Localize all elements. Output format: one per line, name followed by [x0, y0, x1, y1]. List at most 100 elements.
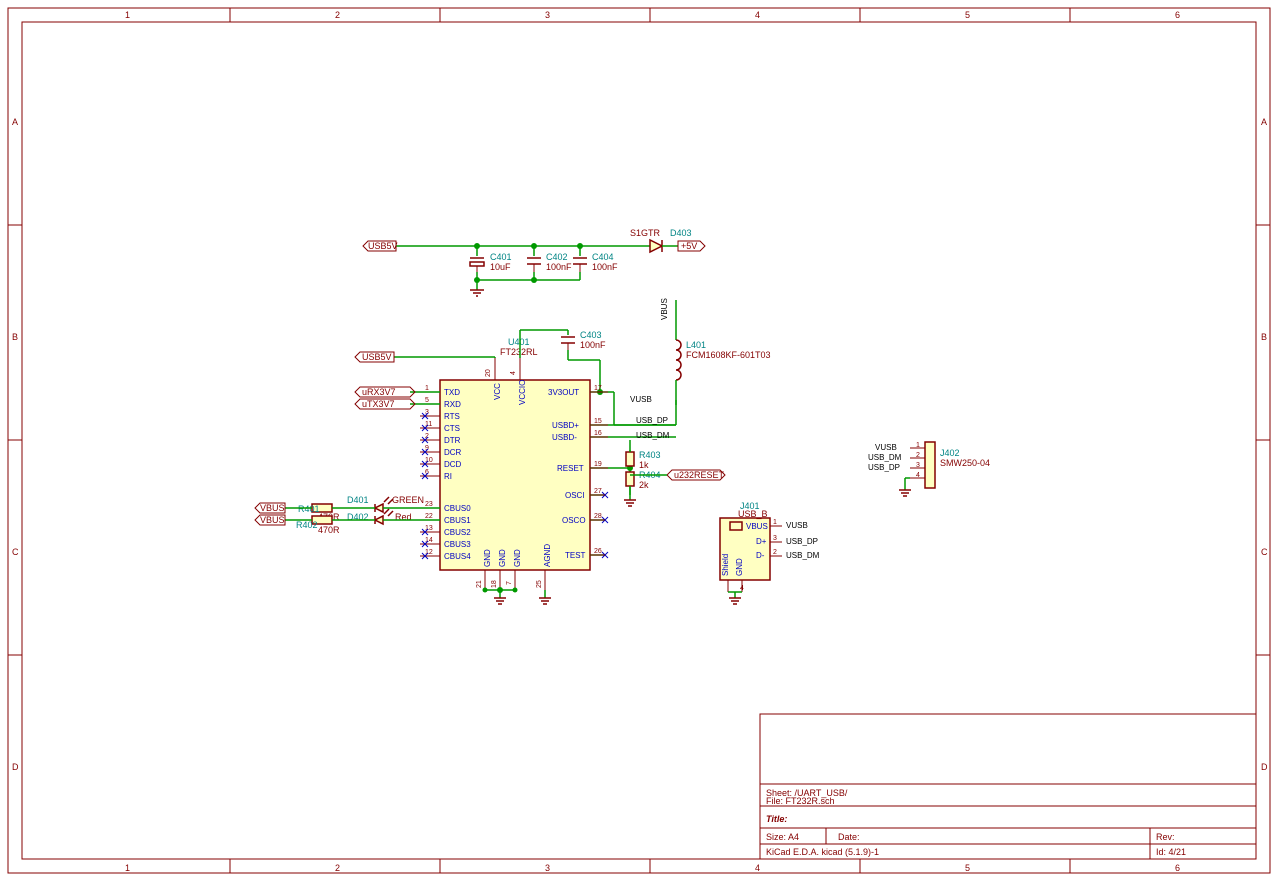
vusb-netlabel: VUSB [630, 395, 652, 404]
svg-text:2k: 2k [639, 480, 649, 490]
svg-text:DCR: DCR [444, 448, 462, 457]
svg-text:3: 3 [545, 10, 550, 20]
svg-text:USB_B: USB_B [738, 509, 768, 519]
svg-text:USB_DM: USB_DM [786, 551, 820, 560]
svg-text:4: 4 [916, 472, 920, 479]
svg-text:D: D [1261, 762, 1268, 772]
svg-text:DCD: DCD [444, 460, 462, 469]
C401: C401 10uF [470, 252, 512, 272]
svg-text:CBUS0: CBUS0 [444, 504, 471, 513]
svg-text:Title:: Title: [766, 814, 787, 824]
svg-text:USB_DP: USB_DP [868, 463, 900, 472]
vbus-label-1: VBUS [255, 503, 285, 513]
svg-text:CTS: CTS [444, 424, 460, 433]
svg-text:R403: R403 [639, 450, 661, 460]
svg-text:C401: C401 [490, 252, 512, 262]
svg-text:KiCad E.D.A. kicad (5.1.9)-1: KiCad E.D.A. kicad (5.1.9)-1 [766, 847, 879, 857]
svg-text:GND: GND [483, 549, 492, 567]
svg-text:3: 3 [916, 462, 920, 469]
svg-text:uRX3V7: uRX3V7 [362, 387, 396, 397]
urx-label: uRX3V7 [355, 387, 415, 397]
svg-text:6: 6 [1175, 863, 1180, 873]
svg-text:1: 1 [773, 519, 777, 526]
svg-text:FCM1608KF-601T03: FCM1608KF-601T03 [686, 350, 771, 360]
svg-text:100nF: 100nF [580, 340, 606, 350]
gnd-r404 [624, 500, 636, 506]
usb5v-label-2: USB5V [355, 352, 394, 362]
svg-text:7: 7 [506, 581, 513, 585]
svg-text:6: 6 [1175, 10, 1180, 20]
svg-text:C: C [1261, 547, 1268, 557]
svg-text:100nF: 100nF [592, 262, 618, 272]
svg-text:OSCI: OSCI [565, 491, 585, 500]
svg-text:CBUS4: CBUS4 [444, 552, 471, 561]
svg-text:USBD+: USBD+ [552, 421, 579, 430]
svg-text:5: 5 [965, 863, 970, 873]
svg-text:DTR: DTR [444, 436, 461, 445]
svg-text:2: 2 [335, 863, 340, 873]
svg-text:25: 25 [536, 580, 543, 588]
svg-text:D: D [12, 762, 19, 772]
svg-text:19: 19 [594, 461, 602, 468]
svg-text:A: A [1261, 117, 1267, 127]
svg-text:C: C [12, 547, 19, 557]
svg-text:1: 1 [425, 385, 429, 392]
grid-labels: 11 22 33 44 55 66 AA BB CC DD [8, 8, 1270, 873]
svg-text:USBD-: USBD- [552, 433, 577, 442]
svg-text:FT232RL: FT232RL [500, 347, 538, 357]
svg-text:D-: D- [756, 551, 765, 560]
svg-text:27: 27 [594, 488, 602, 495]
svg-text:CBUS2: CBUS2 [444, 528, 471, 537]
svg-text:USB_DM: USB_DM [868, 453, 902, 462]
svg-text:SMW250-04: SMW250-04 [940, 458, 990, 468]
svg-text:RI: RI [444, 472, 452, 481]
svg-text:B: B [1261, 332, 1267, 342]
svg-text:Date:: Date: [838, 832, 860, 842]
svg-text:10uF: 10uF [490, 262, 511, 272]
svg-text:A: A [12, 117, 18, 127]
svg-text:AGND: AGND [543, 544, 552, 567]
svg-text:1: 1 [916, 442, 920, 449]
svg-text:21: 21 [476, 580, 483, 588]
svg-text:GND: GND [513, 549, 522, 567]
svg-text:u232RESET: u232RESET [674, 470, 725, 480]
svg-text:D403: D403 [670, 228, 692, 238]
svg-text:TXD: TXD [444, 388, 460, 397]
svg-text:2: 2 [916, 452, 920, 459]
svg-text:2: 2 [335, 10, 340, 20]
svg-text:VCCIO: VCCIO [518, 380, 527, 405]
svg-text:D+: D+ [756, 537, 767, 546]
svg-text:3: 3 [773, 535, 777, 542]
svg-text:CBUS3: CBUS3 [444, 540, 471, 549]
utx-label: uTX3V7 [355, 399, 415, 409]
svg-text:16: 16 [594, 430, 602, 437]
svg-text:1: 1 [125, 10, 130, 20]
svg-text:CBUS1: CBUS1 [444, 516, 471, 525]
svg-text:22: 22 [425, 513, 433, 520]
svg-text:VUSB: VUSB [786, 521, 808, 530]
J402: J402 SMW250-04 1 2 3 4 VUSB USB_DM USB_D… [868, 442, 990, 490]
svg-text:Shield: Shield [721, 554, 730, 576]
svg-text:4: 4 [510, 371, 517, 375]
outer-border [8, 8, 1270, 873]
svg-text:S1GTR: S1GTR [630, 228, 661, 238]
svg-text:+5V: +5V [681, 241, 697, 251]
svg-text:uTX3V7: uTX3V7 [362, 399, 395, 409]
svg-text:RXD: RXD [444, 400, 461, 409]
J401: J401 USB_B VBUS D+ D- Shield GND 1 3 2 4… [720, 501, 820, 592]
R404: R404 2k [626, 470, 661, 490]
svg-text:USB5V: USB5V [368, 241, 398, 251]
svg-text:VBUS: VBUS [260, 515, 285, 525]
svg-text:Rev:: Rev: [1156, 832, 1175, 842]
svg-text:Id: 4/21: Id: 4/21 [1156, 847, 1186, 857]
svg-text:File: FT232R.sch: File: FT232R.sch [766, 796, 835, 806]
svg-text:4: 4 [755, 10, 760, 20]
svg-text:18: 18 [491, 580, 498, 588]
inner-border [22, 22, 1256, 859]
svg-text:VBUS: VBUS [746, 522, 768, 531]
svg-text:5: 5 [965, 10, 970, 20]
D401-D402: D401 GREEN D402 Red [345, 495, 424, 524]
svg-text:R401: R401 [298, 504, 320, 514]
svg-text:RESET: RESET [557, 464, 584, 473]
svg-text:470R: 470R [318, 525, 340, 535]
